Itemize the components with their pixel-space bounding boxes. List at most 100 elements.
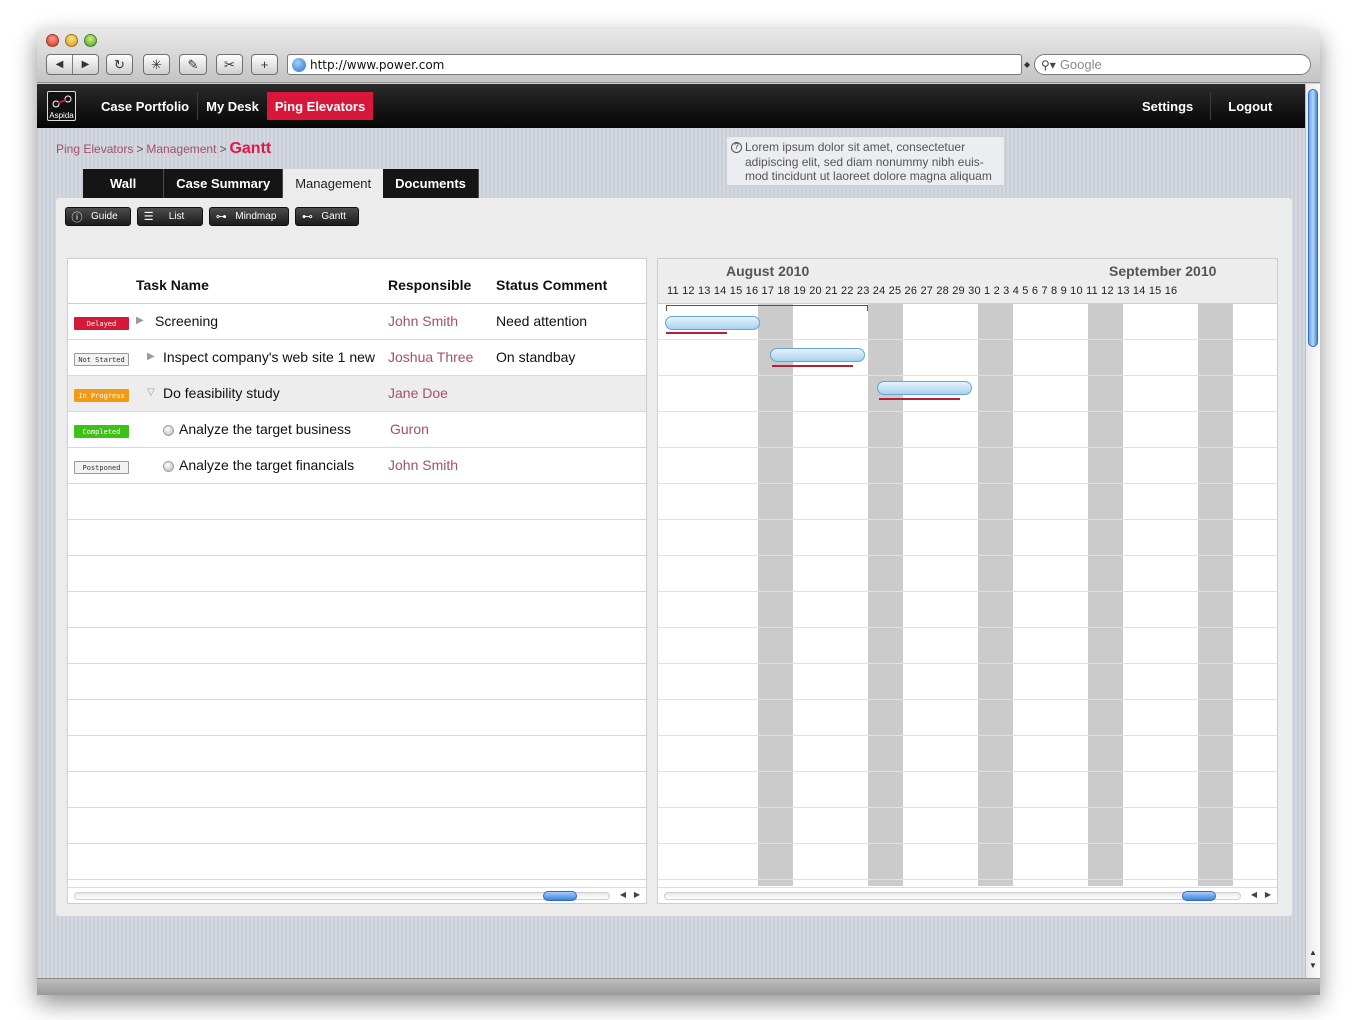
clip-button[interactable]: ✂ [216, 54, 243, 75]
tab-management[interactable]: Management [283, 169, 384, 198]
scroll-thumb[interactable] [543, 891, 577, 901]
status-badge: Completed [74, 425, 129, 438]
responsible-name[interactable]: Joshua Three [388, 349, 473, 365]
aspida-logo[interactable]: Aspida [47, 91, 76, 121]
task-name-header[interactable]: Task Name [136, 277, 209, 293]
pencil-icon: ✎ [187, 56, 199, 72]
list-view-button[interactable]: ☰ List [136, 207, 204, 226]
responsible-name[interactable]: John Smith [388, 313, 458, 329]
breadcrumb-separator: > [136, 142, 144, 156]
table-row[interactable]: Not Started ▶ Inspect company's web site… [68, 340, 646, 376]
tab-case-summary[interactable]: Case Summary [164, 169, 284, 198]
responsible-name[interactable]: John Smith [388, 457, 458, 473]
logo-mark-icon [52, 95, 72, 108]
edit-button[interactable]: ✎ [179, 54, 207, 75]
status-comment-header[interactable]: Status Comment [496, 277, 607, 293]
breadcrumb-ping-elevators[interactable]: Ping Elevators [56, 142, 133, 156]
scroll-right-icon[interactable]: ▶ [634, 890, 640, 899]
gantt-horizontal-scrollbar[interactable]: ◀ ▶ [658, 887, 1277, 903]
responsible-header[interactable]: Responsible [388, 277, 471, 293]
table-row[interactable]: Postponed Analyze the target financials … [68, 448, 646, 484]
scroll-up-icon[interactable]: ▲ [1309, 948, 1317, 957]
tab-documents[interactable]: Documents [383, 169, 479, 198]
page-content: Ping Elevators > Management > Gantt ? Lo… [37, 128, 1305, 978]
empty-row [68, 844, 646, 880]
app-top-bar: Aspida Case Portfolio My Desk Ping Eleva… [37, 84, 1305, 128]
scroll-track[interactable] [664, 892, 1241, 900]
add-bookmark-button[interactable]: + [251, 54, 278, 75]
nav-my-desk[interactable]: My Desk [198, 92, 267, 120]
nav-ping-elevators[interactable]: Ping Elevators [266, 92, 374, 120]
scroll-down-icon[interactable]: ▼ [1309, 961, 1317, 970]
logout-link[interactable]: Logout [1211, 92, 1280, 120]
forward-arrow-icon[interactable]: ▶ [73, 55, 98, 74]
reload-icon: ↻ [114, 56, 125, 72]
gantt-row-line [658, 591, 1277, 592]
scroll-left-icon[interactable]: ◀ [620, 890, 626, 899]
back-forward-buttons[interactable]: ◀ ▶ [46, 54, 99, 75]
grid-horizontal-scrollbar[interactable]: ◀ ▶ [68, 887, 646, 903]
day-labels: 11 12 13 14 15 16 17 18 19 20 21 22 23 2… [667, 285, 1178, 297]
gantt-row-line [658, 411, 1277, 412]
zoom-window-button[interactable] [84, 34, 97, 47]
task-bar-screening[interactable] [665, 316, 760, 330]
nav-case-portfolio[interactable]: Case Portfolio [93, 92, 199, 120]
gantt-row-line [658, 771, 1277, 772]
responsible-name[interactable]: Jane Doe [388, 385, 448, 401]
main-nav: Case Portfolio My Desk Ping Elevators [93, 84, 374, 128]
settings-link[interactable]: Settings [1134, 92, 1212, 120]
task-name[interactable]: Do feasibility study [163, 385, 280, 401]
scroll-right-icon[interactable]: ▶ [1265, 890, 1271, 899]
task-progress-inspect-website [772, 365, 853, 367]
gantt-chart: August 2010 September 2010 11 12 13 14 1… [657, 258, 1278, 904]
weekend-column [1088, 304, 1123, 886]
table-row[interactable]: In Progress ▽ Do feasibility study Jane … [68, 376, 646, 412]
gantt-icon: ⊷ [301, 211, 313, 223]
gantt-row-line [658, 519, 1277, 520]
task-name[interactable]: Screening [155, 313, 218, 329]
address-bar[interactable]: http://www.power.com [287, 54, 1022, 75]
breadcrumb-separator: > [219, 142, 227, 156]
status-comment[interactable]: On standbay [496, 349, 575, 365]
scissors-icon: ✂ [224, 56, 235, 72]
view-switcher: ⓘ Guide ☰ List ⊶ Mindmap ⊷ Gantt [65, 207, 359, 226]
task-name[interactable]: Inspect company's web site 1 new [163, 349, 375, 365]
plus-icon: + [260, 57, 269, 72]
search-placeholder: Google [1059, 57, 1102, 72]
status-comment[interactable]: Need attention [496, 313, 587, 329]
close-window-button[interactable] [46, 34, 59, 47]
gantt-view-button[interactable]: ⊷ Gantt [295, 207, 359, 226]
scroll-thumb[interactable] [1182, 891, 1216, 901]
guide-view-button[interactable]: ⓘ Guide [65, 207, 131, 226]
guide-label: Guide [91, 211, 118, 222]
task-bar-inspect-website[interactable] [770, 348, 865, 362]
reload-button[interactable]: ↻ [106, 54, 133, 75]
tab-wall[interactable]: Wall [83, 169, 165, 198]
task-name[interactable]: Analyze the target business [179, 421, 351, 437]
minimize-window-button[interactable] [65, 34, 78, 47]
search-field[interactable]: ⚲▾ Google [1034, 54, 1311, 75]
mindmap-view-button[interactable]: ⊶ Mindmap [209, 207, 290, 226]
expand-arrow-icon[interactable]: ▶ [136, 315, 144, 326]
empty-row [68, 700, 646, 736]
table-row[interactable]: Delayed ▶ Screening John Smith Need atte… [68, 304, 646, 340]
leaf-bullet-icon [163, 461, 174, 472]
page-scroll-thumb[interactable] [1308, 89, 1318, 347]
empty-row [68, 736, 646, 772]
collapse-arrow-icon[interactable]: ▽ [147, 387, 155, 398]
page-vertical-scrollbar[interactable]: ▲ ▼ [1305, 84, 1320, 978]
globe-icon [292, 57, 306, 72]
scroll-left-icon[interactable]: ◀ [1251, 890, 1257, 899]
breadcrumb-management[interactable]: Management [146, 142, 216, 156]
gantt-row-line [658, 339, 1277, 340]
back-arrow-icon[interactable]: ◀ [47, 55, 73, 74]
debug-button[interactable]: ✳ [143, 54, 170, 75]
scroll-track[interactable] [74, 892, 610, 900]
task-bar-feasibility-study[interactable] [877, 381, 972, 395]
responsible-name[interactable]: Guron [390, 421, 429, 437]
list-icon: ☰ [143, 211, 154, 223]
address-dropdown-icon[interactable]: ◆ [1024, 60, 1030, 69]
expand-arrow-icon[interactable]: ▶ [147, 351, 155, 362]
task-name[interactable]: Analyze the target financials [179, 457, 354, 473]
table-row[interactable]: Completed Analyze the target business Gu… [68, 412, 646, 448]
